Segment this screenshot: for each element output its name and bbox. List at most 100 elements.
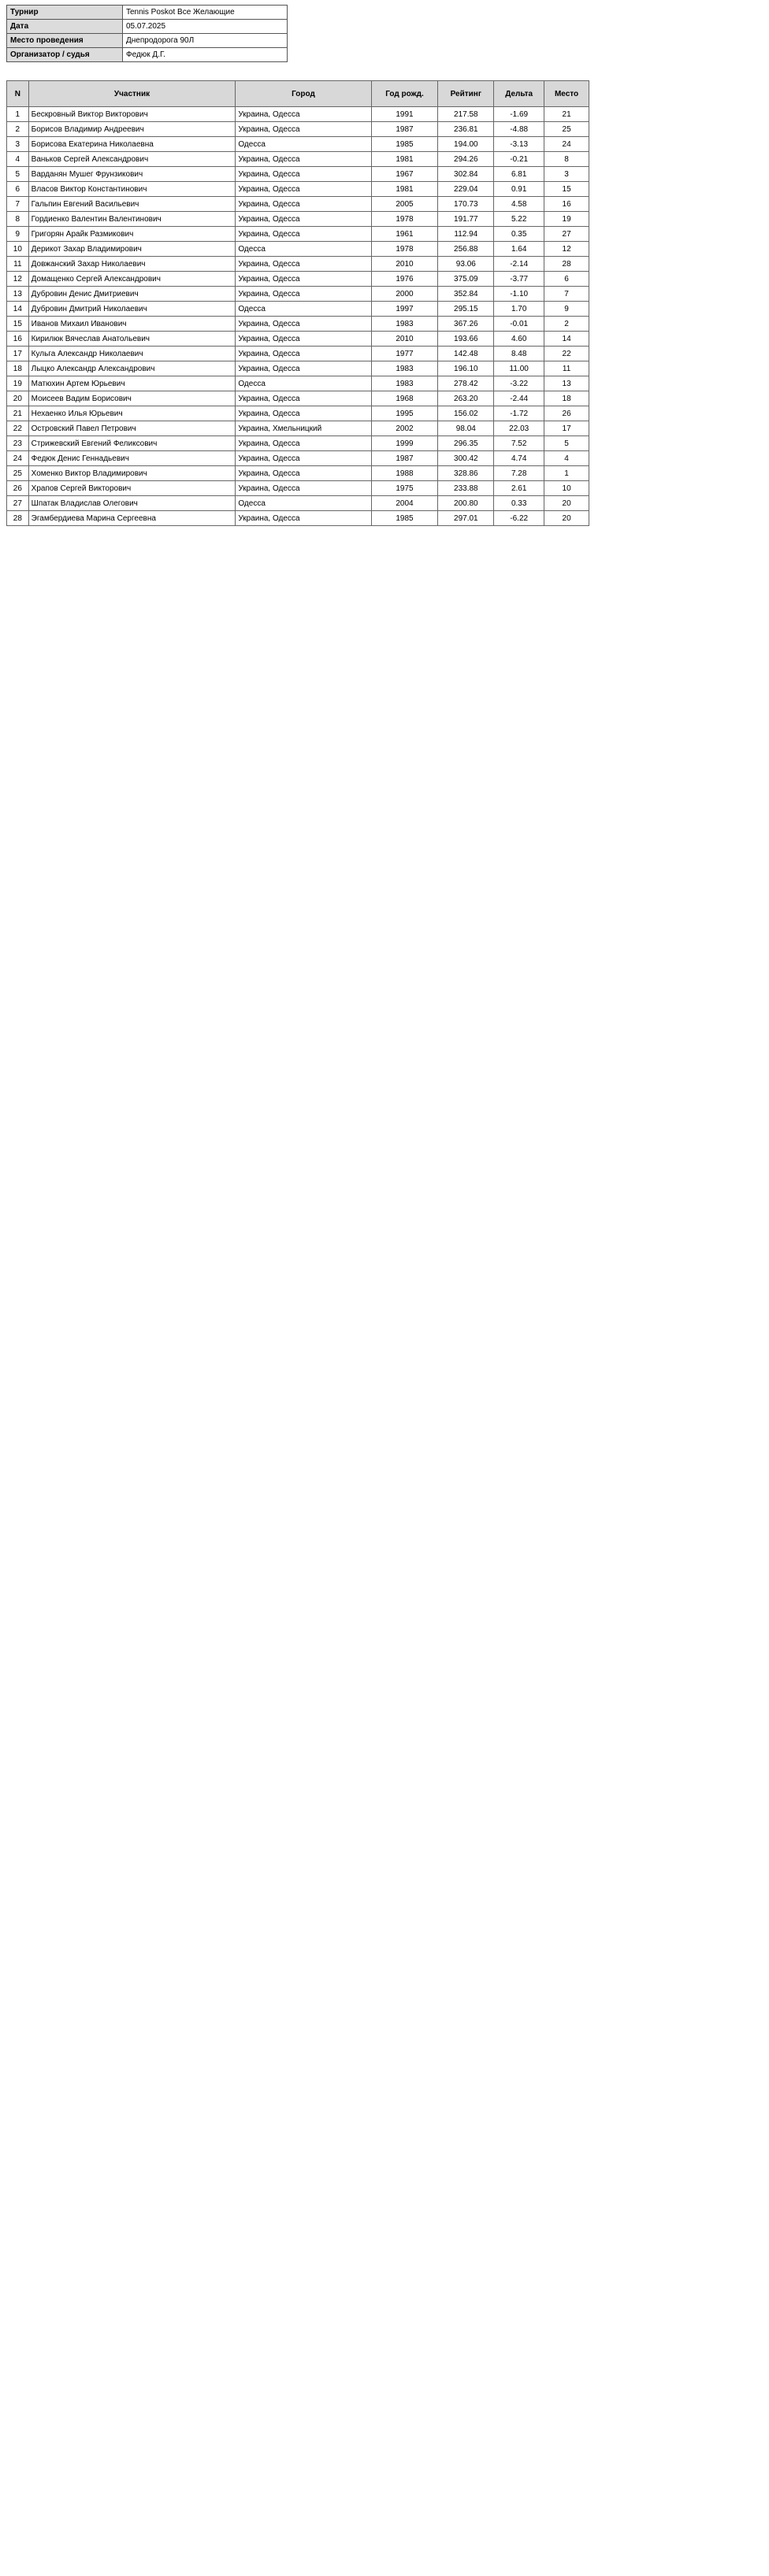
table-cell: Украина, Одесса: [235, 286, 372, 302]
table-cell: 4: [544, 450, 589, 466]
table-cell: 1991: [370, 106, 439, 122]
table-row: 15 Иванов Михаил Иванович Украина, Одесса 1…: [6, 316, 589, 332]
table-cell: 22: [544, 346, 589, 361]
table-cell: 1: [544, 465, 589, 481]
table-cell: 2010: [370, 331, 439, 347]
table-cell: 8: [6, 211, 29, 227]
table-cell: Нехаенко Илья Юрьевич: [28, 406, 236, 421]
table-row: 8 Гордиенко Валентин Валентинович Украина,…: [6, 211, 589, 227]
table-cell: 1983: [370, 316, 439, 332]
table-cell: 170.73: [437, 196, 495, 212]
table-cell: 7: [6, 196, 29, 212]
table-cell: 1981: [370, 181, 439, 197]
table-cell: Бескровный Виктор Викторович: [28, 106, 236, 122]
table-cell: 20: [544, 495, 589, 511]
table-cell: 28: [544, 256, 589, 272]
table-cell: 1983: [370, 376, 439, 391]
table-row: 13 Дубровин Денис Дмитриевич Украина, Одес…: [6, 286, 589, 302]
table-cell: Шпатак Владислав Олегович: [28, 495, 236, 511]
table-cell: 16: [544, 196, 589, 212]
table-cell: 9: [6, 226, 29, 242]
table-cell: 1978: [370, 211, 439, 227]
table-cell: Одесса: [235, 376, 372, 391]
table-cell: Григорян Арайк Размикович: [28, 226, 236, 242]
table-cell: 2004: [370, 495, 439, 511]
table-cell: -4.88: [493, 121, 545, 137]
table-cell: 2: [6, 121, 29, 137]
table-cell: Украина, Одесса: [235, 271, 372, 287]
table-cell: Стрижевский Евгений Феликсович: [28, 436, 236, 451]
table-cell: 2.61: [493, 480, 545, 496]
info-key: Дата: [6, 19, 123, 34]
table-cell: Борисова Екатерина Николаевна: [28, 136, 236, 152]
table-cell: -2.44: [493, 391, 545, 406]
table-cell: Украина, Одесса: [235, 316, 372, 332]
table-cell: 15: [544, 181, 589, 197]
table-cell: 20: [544, 510, 589, 526]
table-cell: 22: [6, 421, 29, 436]
table-cell: Одесса: [235, 136, 372, 152]
table-row: 27 Шпатак Владислав Олегович Одесса 2004 200…: [6, 495, 589, 511]
table-cell: 27: [6, 495, 29, 511]
table-cell: 93.06: [437, 256, 495, 272]
table-cell: 193.66: [437, 331, 495, 347]
table-cell: 98.04: [437, 421, 495, 436]
table-cell: 10: [544, 480, 589, 496]
table-row: 11 Довжанский Захар Николаевич Украина, Од…: [6, 256, 589, 272]
info-value: 05.07.2025: [122, 19, 288, 34]
table-cell: Украина, Одесса: [235, 450, 372, 466]
table-cell: Островский Павел Петрович: [28, 421, 236, 436]
table-cell: 9: [544, 301, 589, 317]
table-cell: 14: [6, 301, 29, 317]
table-cell: 2002: [370, 421, 439, 436]
table-cell: 1999: [370, 436, 439, 451]
table-cell: 300.42: [437, 450, 495, 466]
table-cell: Эгамбердиева Марина Сергеевна: [28, 510, 236, 526]
table-cell: Дубровин Дмитрий Николаевич: [28, 301, 236, 317]
column-header: Место: [544, 80, 589, 107]
table-cell: -1.69: [493, 106, 545, 122]
table-cell: 328.86: [437, 465, 495, 481]
info-value: Днепродорога 90Л: [122, 33, 288, 48]
table-cell: 0.91: [493, 181, 545, 197]
table-cell: Хоменко Виктор Владимирович: [28, 465, 236, 481]
table-cell: 2: [544, 316, 589, 332]
table-cell: 375.09: [437, 271, 495, 287]
table-cell: Одесса: [235, 495, 372, 511]
table-cell: Украина, Одесса: [235, 226, 372, 242]
table-cell: 352.84: [437, 286, 495, 302]
table-cell: 20: [6, 391, 29, 406]
table-cell: 1975: [370, 480, 439, 496]
table-cell: -2.14: [493, 256, 545, 272]
table-cell: Украина, Одесса: [235, 181, 372, 197]
table-cell: 27: [544, 226, 589, 242]
table-cell: -6.22: [493, 510, 545, 526]
table-row: 7 Гальпин Евгений Васильевич Украина, Одес…: [6, 196, 589, 212]
table-cell: 263.20: [437, 391, 495, 406]
table-cell: 1985: [370, 136, 439, 152]
table-cell: 3: [6, 136, 29, 152]
info-row: Место проведения Днепродорога 90Л: [6, 33, 288, 48]
table-cell: Кирилюк Вячеслав Анатольевич: [28, 331, 236, 347]
table-cell: Домащенко Сергей Александрович: [28, 271, 236, 287]
table-row: 19 Матюхин Артем Юрьевич Одесса 1983 278.42-…: [6, 376, 589, 391]
table-cell: Ваньков Сергей Александрович: [28, 151, 236, 167]
table-cell: 7.52: [493, 436, 545, 451]
groups-and-finals-area: [6, 551, 763, 2567]
table-cell: 28: [6, 510, 29, 526]
table-cell: 22.03: [493, 421, 545, 436]
table-cell: 1961: [370, 226, 439, 242]
table-cell: -3.13: [493, 136, 545, 152]
table-cell: 11: [544, 361, 589, 376]
table-cell: 16: [6, 331, 29, 347]
info-key: Турнир: [6, 5, 123, 20]
table-cell: 4.74: [493, 450, 545, 466]
info-row: Дата 05.07.2025: [6, 19, 288, 34]
table-cell: Украина, Хмельницкий: [235, 421, 372, 436]
table-cell: Украина, Одесса: [235, 151, 372, 167]
table-cell: 1997: [370, 301, 439, 317]
table-cell: 5.22: [493, 211, 545, 227]
table-cell: 256.88: [437, 241, 495, 257]
table-cell: 142.48: [437, 346, 495, 361]
table-cell: Храпов Сергей Викторович: [28, 480, 236, 496]
